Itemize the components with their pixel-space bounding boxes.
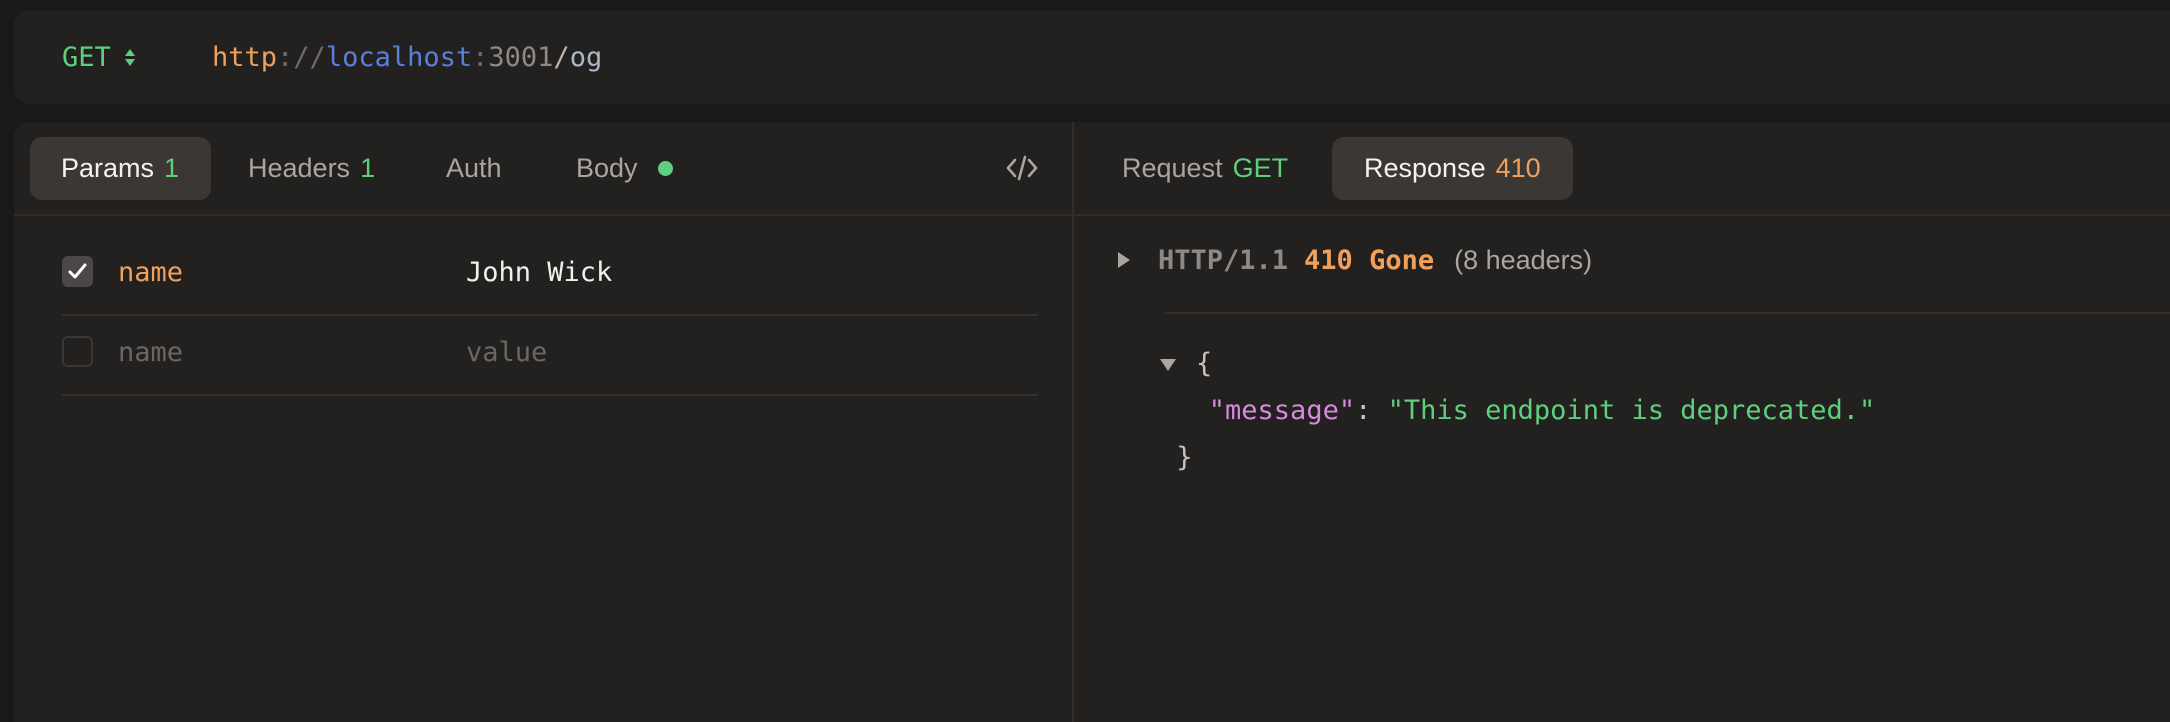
param-key[interactable]: name: [118, 236, 183, 308]
tab-auth-label: Auth: [446, 153, 502, 183]
url-input[interactable]: http://localhost:3001/og: [212, 10, 602, 104]
tab-auth[interactable]: Auth: [446, 137, 502, 200]
tab-headers-label: Headers: [248, 153, 351, 183]
tab-request-badge: GET: [1232, 153, 1289, 183]
url-colon: :: [472, 41, 489, 73]
json-colon: :: [1355, 395, 1372, 426]
tabs-divider: [1074, 214, 2170, 216]
url-slash: /: [553, 41, 570, 73]
body-status-dot-icon: [657, 161, 673, 176]
param-enabled-checkbox[interactable]: [62, 256, 93, 287]
tab-request-label: Request: [1122, 153, 1223, 183]
param-row: name John Wick: [62, 236, 1038, 316]
tab-body-label: Body: [576, 153, 638, 183]
headers-count: (8 headers): [1454, 244, 1593, 275]
url-path: og: [569, 41, 603, 73]
param-row-new: name value: [62, 316, 1038, 396]
http-version: HTTP/1.1: [1158, 244, 1289, 276]
tab-params[interactable]: Params 1: [30, 137, 212, 200]
url-port: 3001: [488, 41, 554, 73]
tab-headers[interactable]: Headers 1: [248, 137, 375, 200]
tab-headers-count: 1: [360, 153, 376, 183]
checkmark-icon: [68, 263, 87, 279]
tab-params-count: 1: [164, 153, 180, 183]
http-status: 410 Gone: [1304, 244, 1435, 276]
param-value[interactable]: John Wick: [466, 236, 612, 308]
code-icon[interactable]: [1004, 150, 1040, 186]
json-close-brace: }: [1176, 442, 1193, 473]
method-selector[interactable]: GET: [62, 10, 135, 104]
param-value-input[interactable]: value: [466, 316, 547, 388]
request-panel: Params 1 Headers 1 Auth Body name John W…: [14, 122, 1072, 722]
tab-response-badge: 410: [1495, 153, 1541, 183]
response-body: { "message": "This endpoint is deprecate…: [1160, 340, 1875, 481]
response-status-line[interactable]: HTTP/1.1 410 Gone (8 headers): [1118, 242, 1592, 278]
response-divider: [1164, 312, 2170, 314]
param-key-input[interactable]: name: [118, 316, 183, 388]
url-bar: GET http://localhost:3001/og: [14, 10, 2170, 104]
tab-params-label: Params: [61, 153, 155, 183]
tab-request[interactable]: Request GET: [1122, 137, 1288, 200]
method-label: GET: [62, 41, 111, 73]
caret-down-icon[interactable]: [1160, 358, 1176, 371]
response-panel: Request GET Response 410 HTTP/1.1 410 Go…: [1074, 122, 2170, 722]
caret-right-icon[interactable]: [1118, 252, 1130, 268]
param-new-checkbox[interactable]: [62, 336, 93, 367]
tabs-divider: [14, 214, 1072, 216]
url-host: localhost: [325, 41, 473, 73]
tab-body[interactable]: Body: [576, 137, 673, 200]
tab-response-label: Response: [1364, 153, 1486, 183]
sort-updown-icon: [124, 48, 135, 66]
url-scheme: http: [212, 41, 278, 73]
json-value: "This endpoint is deprecated.": [1387, 395, 1876, 426]
json-key: "message": [1208, 395, 1356, 426]
json-open-brace: {: [1196, 348, 1213, 379]
tab-response[interactable]: Response 410: [1332, 137, 1573, 200]
url-separator: ://: [277, 41, 326, 73]
